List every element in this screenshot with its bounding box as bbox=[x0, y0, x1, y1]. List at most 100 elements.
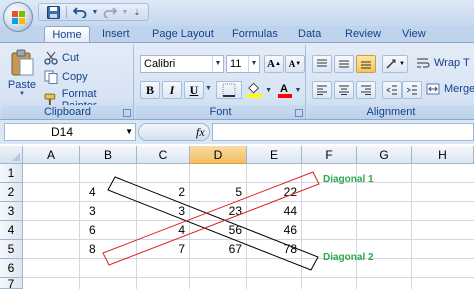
diagonal-1-box bbox=[102, 171, 320, 266]
font-size-select[interactable]: 11 ▼ bbox=[226, 55, 260, 73]
align-left-button[interactable] bbox=[312, 81, 332, 99]
chevron-down-icon[interactable]: ▼ bbox=[295, 87, 302, 94]
chevron-down-icon: ▼ bbox=[19, 91, 25, 97]
diagonal-overlay bbox=[102, 171, 320, 271]
row-header-3[interactable]: 3 bbox=[0, 202, 23, 221]
font-color-button[interactable]: A ▼ bbox=[276, 81, 302, 99]
column-header-h[interactable]: H bbox=[412, 146, 474, 164]
formula-bar: D14 ▼ fx bbox=[0, 120, 474, 144]
row-header-5[interactable]: 5 bbox=[0, 240, 23, 259]
office-logo-icon bbox=[12, 11, 26, 25]
tab-review[interactable]: Review bbox=[339, 26, 387, 42]
diagonal-2-box bbox=[107, 176, 319, 271]
row-header-1[interactable]: 1 bbox=[0, 164, 23, 183]
quick-access-toolbar: ▼ ▼ ⇣ bbox=[38, 3, 149, 21]
borders-button[interactable] bbox=[216, 81, 242, 99]
column-header-c[interactable]: C bbox=[137, 146, 190, 164]
bold-button[interactable]: B bbox=[140, 81, 160, 99]
tab-home[interactable]: Home bbox=[44, 26, 90, 42]
orientation-button[interactable]: ▼ bbox=[382, 55, 408, 73]
scissors-icon bbox=[44, 51, 58, 65]
grow-font-button[interactable]: A ▲ bbox=[264, 55, 284, 73]
qat-separator bbox=[66, 6, 67, 18]
align-center-button[interactable] bbox=[334, 81, 354, 99]
wrap-text-icon bbox=[417, 58, 430, 68]
chevron-down-icon[interactable]: ▼ bbox=[205, 85, 212, 92]
font-size-value: 11 bbox=[230, 58, 242, 70]
font-name-select[interactable]: Calibri ▼ bbox=[140, 55, 224, 73]
fill-bucket-icon bbox=[246, 82, 263, 98]
font-group: Calibri ▼ 11 ▼ A ▲ A ▼ B I U ▼ ▼ A ▼ Fon… bbox=[136, 45, 306, 119]
chevron-down-icon[interactable]: ▼ bbox=[248, 56, 259, 72]
fill-color-button[interactable]: ▼ bbox=[246, 81, 272, 99]
tab-data[interactable]: Data bbox=[292, 26, 327, 42]
merge-label: Merge bbox=[444, 83, 474, 95]
decrease-indent-button[interactable] bbox=[382, 81, 402, 99]
chevron-down-icon[interactable]: ▼ bbox=[121, 5, 129, 19]
increase-indent-button[interactable] bbox=[402, 81, 422, 99]
row-header-7[interactable]: 7 bbox=[0, 278, 23, 289]
copy-label: Copy bbox=[62, 71, 88, 83]
underline-button[interactable]: U bbox=[184, 81, 204, 99]
chevron-down-icon[interactable]: ▼ bbox=[212, 56, 223, 72]
paste-button[interactable]: Paste ▼ bbox=[6, 49, 38, 101]
save-icon[interactable] bbox=[45, 5, 61, 19]
worksheet-grid: A B C D E F G H 1 2 3 4 5 6 7 4 2 5 22 3… bbox=[0, 146, 474, 289]
cut-button[interactable]: Cut bbox=[44, 51, 79, 65]
formula-input[interactable] bbox=[212, 123, 474, 141]
chevron-down-icon[interactable]: ▼ bbox=[265, 87, 272, 94]
align-bottom-button[interactable] bbox=[356, 55, 376, 73]
merge-icon bbox=[426, 83, 440, 95]
svg-text:A: A bbox=[280, 83, 288, 95]
insert-function-button[interactable]: fx bbox=[196, 125, 205, 140]
chevron-down-icon[interactable]: ▼ bbox=[125, 124, 133, 140]
row-header-6[interactable]: 6 bbox=[0, 259, 23, 278]
copy-icon bbox=[44, 70, 58, 84]
align-right-button[interactable] bbox=[356, 81, 376, 99]
borders-icon bbox=[222, 83, 236, 97]
office-button[interactable] bbox=[3, 2, 33, 32]
redo-icon[interactable] bbox=[102, 5, 118, 19]
row-header-2[interactable]: 2 bbox=[0, 183, 23, 202]
column-header-a[interactable]: A bbox=[23, 146, 80, 164]
align-top-button[interactable] bbox=[312, 55, 332, 73]
column-header-f[interactable]: F bbox=[302, 146, 357, 164]
tab-view[interactable]: View bbox=[396, 26, 432, 42]
alignment-group-label: Alignment bbox=[308, 105, 474, 119]
font-group-label: Font bbox=[136, 105, 305, 119]
tab-formulas[interactable]: Formulas bbox=[226, 26, 284, 42]
cut-label: Cut bbox=[62, 52, 80, 64]
row-header-4[interactable]: 4 bbox=[0, 221, 23, 240]
paste-icon bbox=[11, 49, 34, 76]
italic-button[interactable]: I bbox=[162, 81, 182, 99]
ribbon: Paste ▼ Cut Copy Format Painter Clipboar… bbox=[0, 42, 474, 120]
chevron-down-icon[interactable]: ▼ bbox=[91, 5, 99, 19]
wrap-text-button[interactable]: Wrap T bbox=[416, 57, 470, 69]
dialog-launcher-icon[interactable] bbox=[295, 109, 303, 117]
clipboard-group-label: Clipboard bbox=[2, 105, 133, 119]
column-header-d[interactable]: D bbox=[190, 146, 247, 164]
tab-page-layout[interactable]: Page Layout bbox=[146, 26, 220, 42]
customize-qat-icon[interactable]: ⇣ bbox=[132, 5, 142, 19]
column-header-g[interactable]: G bbox=[357, 146, 412, 164]
copy-button[interactable]: Copy bbox=[44, 70, 88, 84]
font-color-icon: A bbox=[277, 83, 292, 98]
shrink-font-button[interactable]: A ▼ bbox=[285, 55, 305, 73]
diagonal-2-label: Diagonal 2 bbox=[323, 252, 374, 263]
select-all-button[interactable] bbox=[0, 146, 23, 164]
name-box[interactable]: D14 ▼ bbox=[4, 123, 136, 141]
orientation-icon bbox=[386, 59, 396, 69]
undo-icon[interactable] bbox=[72, 5, 88, 19]
merge-center-button[interactable]: Merge bbox=[426, 83, 474, 95]
column-header-e[interactable]: E bbox=[247, 146, 302, 164]
dialog-launcher-icon[interactable] bbox=[123, 109, 131, 117]
alignment-group: ▼ Wrap T Merge Alignment bbox=[308, 45, 474, 119]
tab-insert[interactable]: Insert bbox=[96, 26, 136, 42]
name-box-value: D14 bbox=[51, 125, 74, 139]
excel-window: ▼ ▼ ⇣ Home Insert Page Layout Formulas D… bbox=[0, 0, 474, 289]
align-middle-button[interactable] bbox=[334, 55, 354, 73]
cell-area[interactable]: 4 2 5 22 3 3 23 44 6 4 56 46 8 7 67 78 D… bbox=[23, 164, 474, 289]
font-name-value: Calibri bbox=[144, 58, 176, 70]
diagonal-1-label: Diagonal 1 bbox=[323, 174, 374, 185]
column-header-b[interactable]: B bbox=[80, 146, 137, 164]
